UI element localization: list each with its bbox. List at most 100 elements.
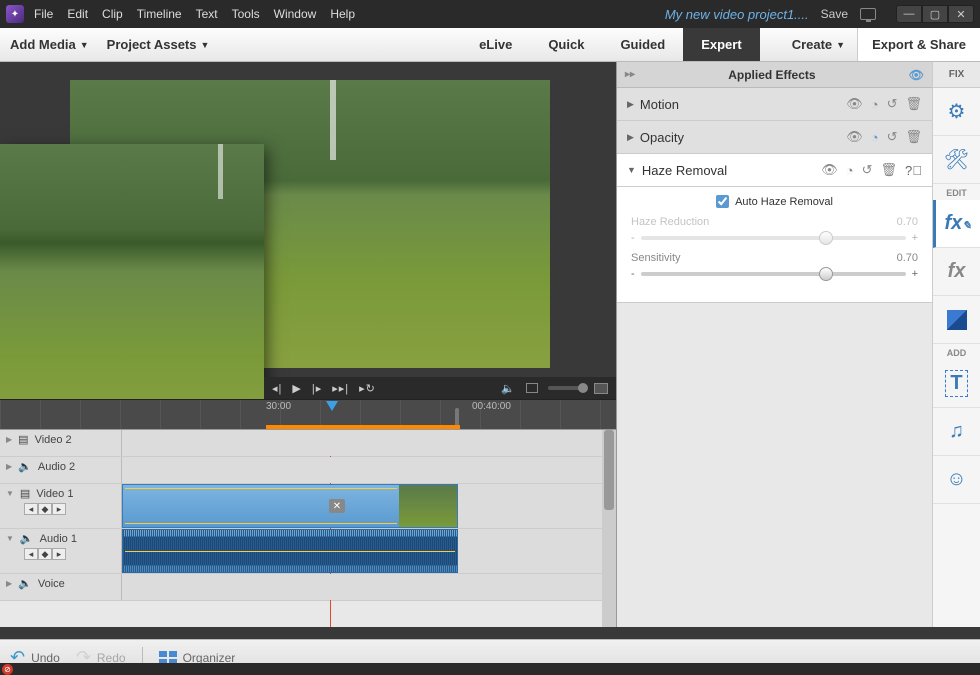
ruler-tick: 00:40:00 bbox=[472, 401, 511, 412]
effects-header: ▸▸ Applied Effects 👁 bbox=[617, 62, 932, 88]
param-sensitivity: Sensitivity 0.70 - + bbox=[631, 252, 918, 280]
slider-thumb[interactable] bbox=[819, 231, 833, 245]
track-content-video2[interactable] bbox=[122, 430, 616, 456]
keyframe-nav[interactable]: ◂◆▸ bbox=[24, 503, 115, 515]
video-clip[interactable]: ✕ bbox=[122, 484, 458, 528]
track-header-video2[interactable]: ▶▤Video 2 bbox=[0, 430, 122, 456]
collapse-icon[interactable]: ▼ bbox=[6, 489, 14, 498]
step-back-button[interactable]: ◂| bbox=[272, 382, 282, 395]
mode-expert[interactable]: Expert bbox=[683, 28, 759, 61]
effect-name: Motion bbox=[640, 97, 679, 112]
trash-icon[interactable]: 🗑 bbox=[905, 129, 922, 145]
expand-icon[interactable]: ▶ bbox=[6, 579, 12, 588]
app-logo: ✦ bbox=[6, 5, 24, 23]
window-minimize[interactable]: — bbox=[896, 5, 922, 23]
eye-icon[interactable]: 👁 bbox=[846, 96, 863, 112]
sensitivity-slider[interactable] bbox=[641, 272, 906, 276]
expand-icon[interactable]: ▶ bbox=[627, 132, 634, 143]
clip-fx-badge[interactable]: ✕ bbox=[329, 499, 345, 513]
reset-icon[interactable]: ↺ bbox=[887, 129, 898, 145]
effect-haze-removal[interactable]: ▼ Haze Removal 👁 ◔ ↺ 🗑 ?⃝ bbox=[617, 154, 932, 187]
expand-icon[interactable]: ▶ bbox=[6, 462, 12, 471]
track-header-video1[interactable]: ▼▤Video 1 ◂◆▸ bbox=[0, 484, 122, 528]
menu-timeline[interactable]: Timeline bbox=[137, 7, 182, 21]
haze-reduction-slider[interactable] bbox=[641, 236, 906, 240]
track-content-audio2[interactable] bbox=[122, 457, 616, 483]
music-button[interactable]: ♫ bbox=[933, 408, 980, 456]
applied-effects-button[interactable]: fx✎ bbox=[933, 200, 980, 248]
track-content-voice[interactable] bbox=[122, 574, 616, 600]
trash-icon[interactable]: 🗑 bbox=[881, 162, 898, 178]
menu-help[interactable]: Help bbox=[330, 7, 355, 21]
collapse-panel-icon[interactable]: ▸▸ bbox=[625, 69, 635, 80]
slider-thumb[interactable] bbox=[819, 267, 833, 281]
audio-clip[interactable] bbox=[122, 529, 458, 573]
save-button[interactable]: Save bbox=[821, 7, 848, 21]
help-icon[interactable]: ?⃝ bbox=[905, 163, 922, 178]
effects-button[interactable]: fx bbox=[933, 248, 980, 296]
mode-elive[interactable]: eLive bbox=[461, 28, 530, 61]
speaker-icon[interactable]: 🔈 bbox=[501, 382, 516, 395]
mode-guided[interactable]: Guided bbox=[602, 28, 683, 61]
timeline-scrollbar[interactable] bbox=[602, 430, 616, 627]
tools-button[interactable]: 🛠 bbox=[933, 136, 980, 184]
window-close[interactable]: ✕ bbox=[948, 5, 974, 23]
eye-icon[interactable]: 👁 bbox=[846, 129, 863, 145]
window-maximize[interactable]: ▢ bbox=[922, 5, 948, 23]
floating-preview[interactable] bbox=[0, 144, 264, 399]
safe-margins-icon[interactable] bbox=[526, 383, 538, 393]
trash-icon[interactable]: 🗑 bbox=[905, 96, 922, 112]
mode-quick[interactable]: Quick bbox=[530, 28, 602, 61]
reset-icon[interactable]: ↺ bbox=[887, 96, 898, 112]
fix-tab[interactable]: FIX bbox=[933, 62, 980, 88]
effect-opacity[interactable]: ▶ Opacity 👁 ◔ ↺ 🗑 bbox=[617, 121, 932, 154]
display-icon[interactable] bbox=[860, 8, 876, 20]
toggle-preview-icon[interactable]: 👁 bbox=[909, 68, 924, 82]
menu-clip[interactable]: Clip bbox=[102, 7, 123, 21]
fullscreen-button[interactable] bbox=[594, 383, 608, 394]
track-header-audio1[interactable]: ▼🔈Audio 1 ◂◆▸ bbox=[0, 529, 122, 573]
graphics-button[interactable]: ☺ bbox=[933, 456, 980, 504]
play-button[interactable]: ▶ bbox=[292, 382, 301, 395]
keyframe-nav[interactable]: ◂◆▸ bbox=[24, 548, 115, 560]
step-fwd-button[interactable]: |▸ bbox=[312, 382, 322, 395]
menu-window[interactable]: Window bbox=[274, 7, 317, 21]
collapse-icon[interactable]: ▼ bbox=[627, 165, 636, 175]
expand-icon[interactable]: ▶ bbox=[627, 99, 634, 110]
error-indicator-icon[interactable]: ⊘ bbox=[2, 664, 13, 675]
export-share-button[interactable]: Export & Share bbox=[857, 28, 980, 61]
reset-icon[interactable]: ↺ bbox=[862, 162, 873, 178]
next-frame-button[interactable]: ▸▸| bbox=[332, 382, 349, 395]
menu-file[interactable]: File bbox=[34, 7, 53, 21]
track-content-video1[interactable]: ✕ bbox=[122, 484, 616, 528]
expand-icon[interactable]: ▶ bbox=[6, 435, 12, 444]
loop-button[interactable]: ▸↻ bbox=[359, 382, 376, 395]
top-toolbar: Add Media▼ Project Assets▼ eLive Quick G… bbox=[0, 28, 980, 62]
adjust-button[interactable]: ⚙ bbox=[933, 88, 980, 136]
auto-haze-checkbox[interactable]: Auto Haze Removal bbox=[631, 195, 918, 208]
time-ruler[interactable]: 30:00 00:40:00 bbox=[0, 399, 616, 429]
collapse-icon[interactable]: ▼ bbox=[6, 534, 14, 543]
menu-edit[interactable]: Edit bbox=[67, 7, 88, 21]
status-bar: ⊘ bbox=[0, 663, 980, 675]
applied-effects-panel: ▸▸ Applied Effects 👁 ▶ Motion 👁 ◔ ↺ 🗑 ▶ … bbox=[616, 62, 932, 627]
stopwatch-icon[interactable]: ◔ bbox=[871, 97, 879, 112]
stopwatch-icon[interactable]: ◔ bbox=[846, 163, 854, 178]
slider-max: + bbox=[912, 232, 918, 244]
menu-tools[interactable]: Tools bbox=[232, 7, 260, 21]
effect-motion[interactable]: ▶ Motion 👁 ◔ ↺ 🗑 bbox=[617, 88, 932, 121]
playhead-marker[interactable] bbox=[326, 401, 338, 417]
track-content-audio1[interactable] bbox=[122, 529, 616, 573]
menu-text[interactable]: Text bbox=[196, 7, 218, 21]
zoom-slider[interactable] bbox=[548, 386, 584, 390]
stopwatch-icon[interactable]: ◔ bbox=[871, 130, 879, 145]
project-assets-button[interactable]: Project Assets▼ bbox=[107, 37, 210, 52]
add-media-button[interactable]: Add Media▼ bbox=[10, 37, 89, 52]
eye-icon[interactable]: 👁 bbox=[821, 162, 838, 178]
track-header-audio2[interactable]: ▶🔈Audio 2 bbox=[0, 457, 122, 483]
titles-button[interactable]: T bbox=[933, 360, 980, 408]
create-button[interactable]: Create▼ bbox=[792, 37, 845, 52]
auto-haze-input[interactable] bbox=[716, 195, 729, 208]
track-header-voice[interactable]: ▶🔈Voice bbox=[0, 574, 122, 600]
transitions-button[interactable] bbox=[933, 296, 980, 344]
